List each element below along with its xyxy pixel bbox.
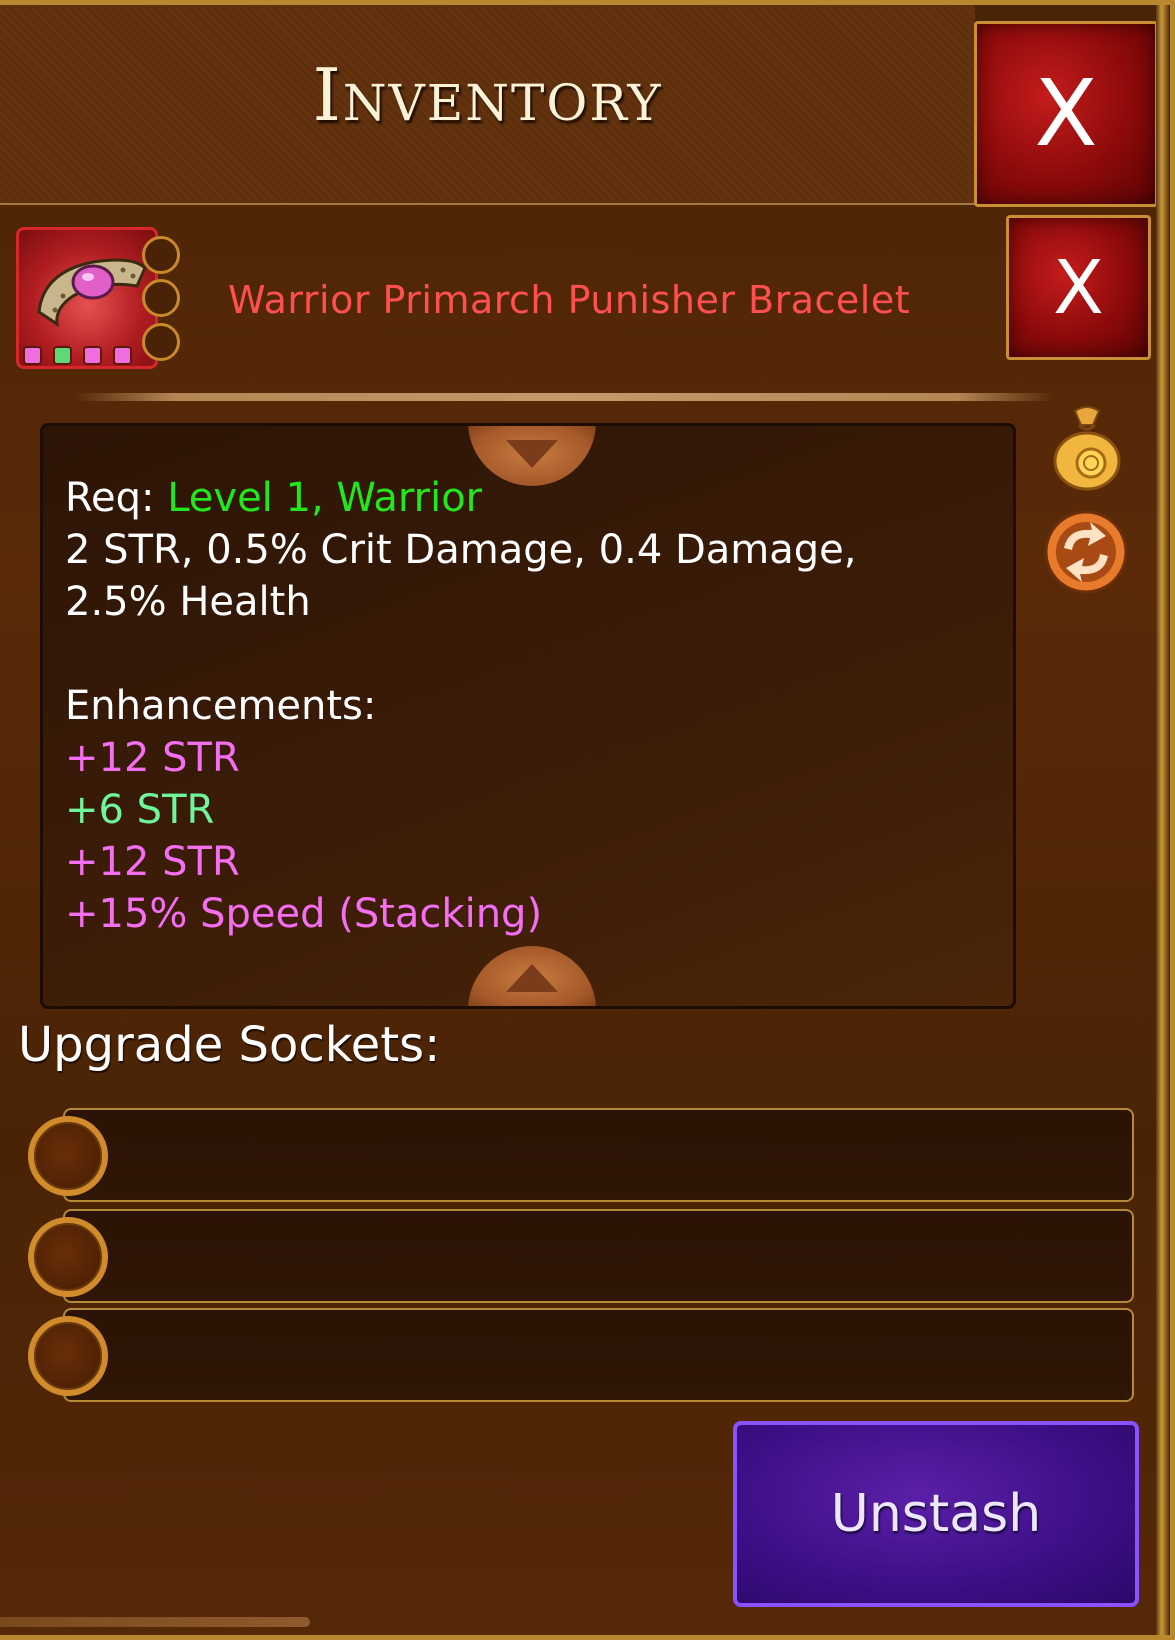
- mini-socket-3: [142, 323, 180, 361]
- item-description-panel[interactable]: Req: Level 1, Warrior 2 STR, 0.5% Crit D…: [40, 423, 1016, 1009]
- close-item-button[interactable]: X: [1006, 215, 1151, 360]
- mini-socket-1: [142, 236, 180, 274]
- enhancement-item: +12 STR: [65, 839, 240, 885]
- enhancement-item: +6 STR: [65, 787, 215, 833]
- item-name: Warrior Primarch Punisher Bracelet: [228, 278, 911, 322]
- stats-line: 2 STR, 0.5% Crit Damage, 0.4 Damage,: [65, 527, 857, 573]
- item-icon-slot[interactable]: [16, 227, 158, 369]
- socket-ring-icon[interactable]: [28, 1316, 108, 1396]
- socket-ring-icon[interactable]: [28, 1116, 108, 1196]
- gem-slot-3: [83, 346, 102, 365]
- mini-socket-2: [142, 279, 180, 317]
- socket-ring-icon[interactable]: [28, 1217, 108, 1297]
- scrollbar[interactable]: [0, 1617, 310, 1627]
- chevron-up-icon: [506, 964, 558, 992]
- upgrade-sockets-label: Upgrade Sockets:: [18, 1017, 441, 1073]
- window-header: Inventory: [0, 5, 975, 205]
- upgrade-socket-row[interactable]: [63, 1108, 1134, 1202]
- requirements-values: Level 1, Warrior: [167, 475, 483, 521]
- unstash-button[interactable]: Unstash: [733, 1421, 1139, 1607]
- upgrade-socket-row[interactable]: [63, 1308, 1134, 1402]
- swap-arrows-icon[interactable]: [1042, 508, 1130, 596]
- scroll-up-button[interactable]: [468, 426, 596, 486]
- close-window-button[interactable]: X: [974, 21, 1158, 207]
- gold-bag-icon[interactable]: [1051, 403, 1123, 491]
- window-title: Inventory: [312, 53, 663, 137]
- enhancements-label: Enhancements:: [65, 683, 377, 729]
- enhancement-item: +12 STR: [65, 735, 240, 781]
- upgrade-socket-row[interactable]: [63, 1209, 1134, 1303]
- chevron-down-icon: [506, 440, 558, 468]
- stats-line: 2.5% Health: [65, 579, 311, 625]
- divider: [75, 393, 1055, 401]
- inventory-window: Inventory X Warrior Primarch Punisher Br…: [0, 0, 1175, 1640]
- requirements-label: Req:: [65, 475, 155, 521]
- gem-slot-4: [113, 346, 132, 365]
- gem-slot-2: [53, 346, 72, 365]
- scroll-down-button[interactable]: [468, 946, 596, 1006]
- gem-slot-1: [23, 346, 42, 365]
- requirements-line: Req: Level 1, Warrior: [65, 474, 482, 522]
- enhancement-item: +15% Speed (Stacking): [65, 891, 543, 937]
- bracelet-icon: [37, 258, 147, 328]
